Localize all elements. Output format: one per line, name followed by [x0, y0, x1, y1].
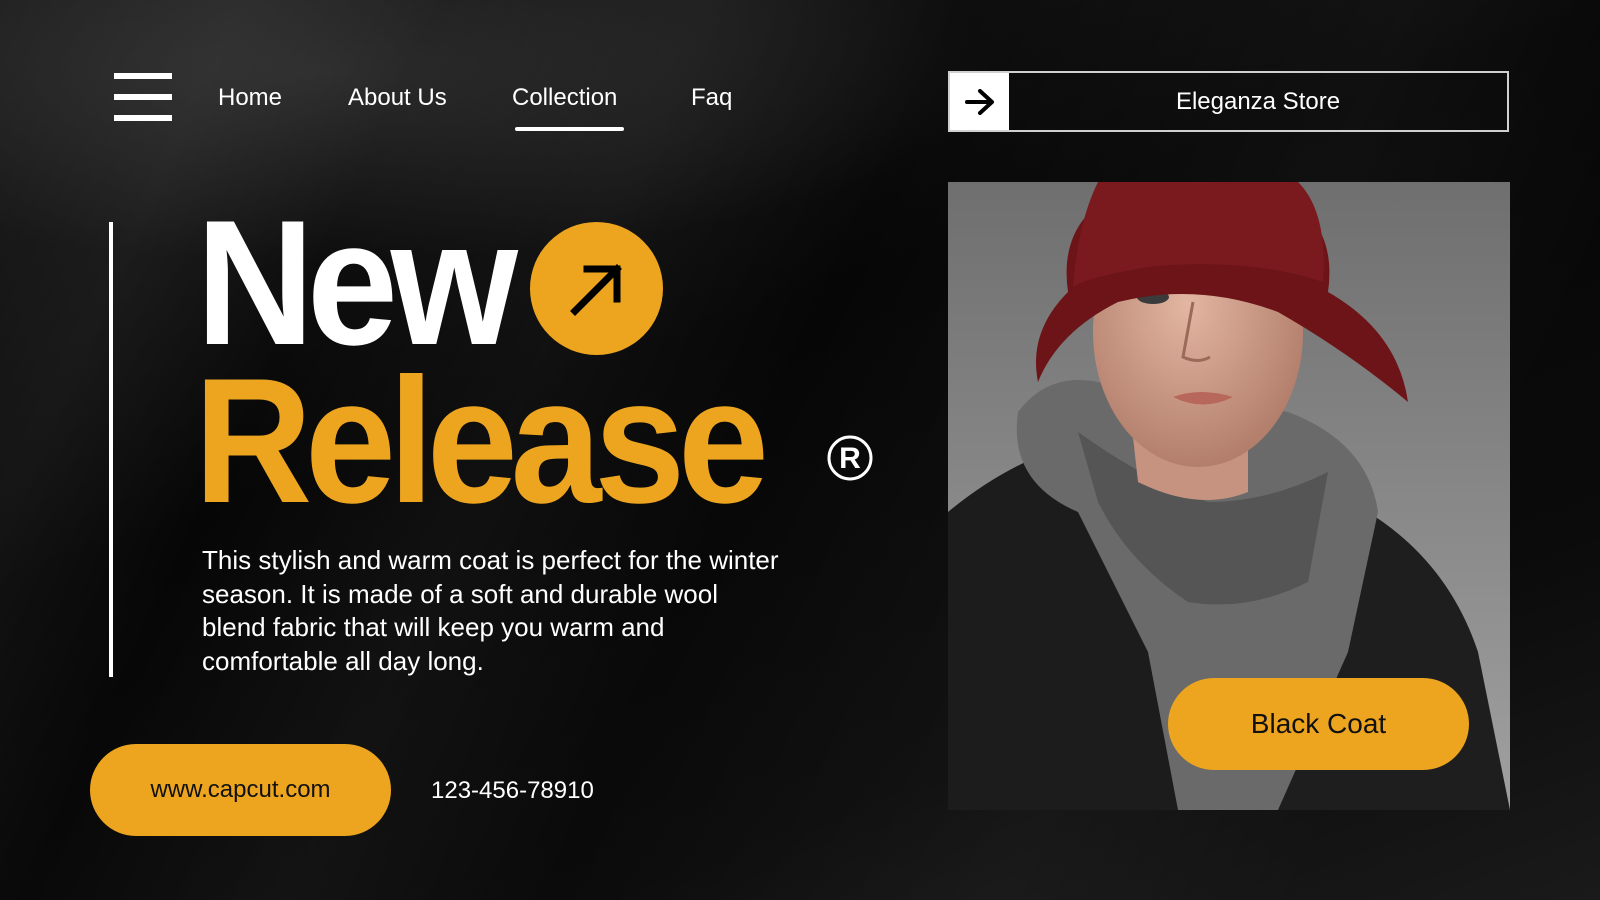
- nav-collection[interactable]: Collection: [512, 84, 617, 112]
- phone-number: 123-456-78910: [431, 777, 594, 804]
- svg-text:R: R: [839, 442, 861, 475]
- vertical-divider: [109, 222, 113, 677]
- store-name[interactable]: Eleganza Store: [1009, 73, 1507, 130]
- registered-trademark-icon: R: [827, 435, 873, 481]
- website-button[interactable]: www.capcut.com: [90, 744, 391, 836]
- store-bar: Eleganza Store: [948, 71, 1509, 132]
- arrow-right-icon[interactable]: [950, 73, 1009, 130]
- nav-active-underline: [515, 127, 624, 131]
- hamburger-menu-icon[interactable]: [114, 73, 172, 121]
- headline-line2: Release: [194, 341, 769, 540]
- product-description: This stylish and warm coat is perfect fo…: [202, 545, 779, 676]
- arrow-up-right-icon[interactable]: [530, 222, 663, 355]
- nav-about-us[interactable]: About Us: [348, 84, 447, 112]
- nav-faq[interactable]: Faq: [691, 84, 732, 112]
- product-label-button[interactable]: Black Coat: [1168, 678, 1469, 770]
- nav-home[interactable]: Home: [218, 84, 282, 112]
